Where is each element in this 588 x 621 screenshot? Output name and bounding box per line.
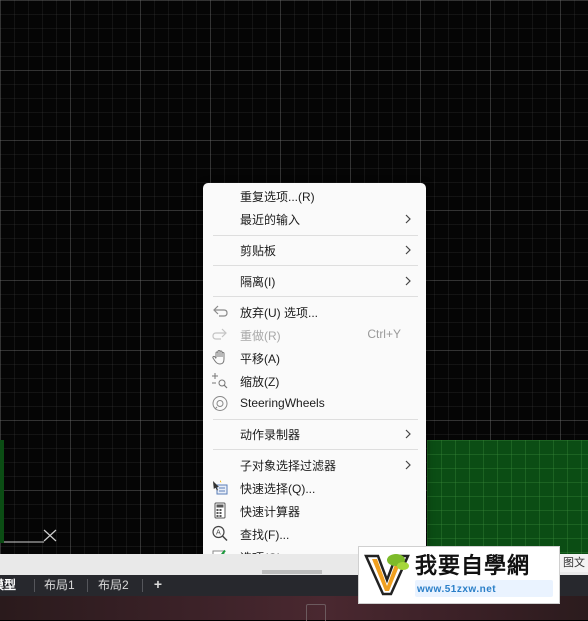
menu-separator xyxy=(213,449,418,450)
menu-item-undo-options[interactable]: 放弃(U) 选项... xyxy=(203,300,426,323)
menu-item-label: 重复选项...(R) xyxy=(240,190,315,204)
menu-item-isolate[interactable]: 隔离(I) xyxy=(203,269,426,292)
steering-wheel-icon xyxy=(212,396,228,411)
menu-separator xyxy=(213,265,418,266)
menu-item-recent-input[interactable]: 最近的输入 xyxy=(203,207,426,230)
taskbar-button[interactable] xyxy=(306,604,326,621)
menu-item-quick-select[interactable]: 快速选择(Q)... xyxy=(203,476,426,499)
menu-item-label: 放弃(U) 选项... xyxy=(240,306,318,320)
menu-item-pan[interactable]: 平移(A) xyxy=(203,346,426,369)
tab-divider xyxy=(142,579,143,592)
add-layout-button[interactable]: + xyxy=(148,575,168,595)
chevron-right-icon xyxy=(405,429,411,439)
chevron-right-icon xyxy=(405,460,411,470)
menu-item-steeringwheels[interactable]: SteeringWheels xyxy=(203,392,426,415)
menu-item-label: 快速选择(Q)... xyxy=(240,482,316,496)
logo-v-leaf-icon xyxy=(363,550,411,598)
menu-item-label: 动作录制器 xyxy=(240,428,301,442)
menu-item-label: 剪贴板 xyxy=(240,244,277,258)
menu-separator xyxy=(213,235,418,236)
menu-item-shortcut: Ctrl+Y xyxy=(367,327,401,341)
menu-item-label: 查找(F)... xyxy=(240,528,290,542)
menu-item-label: SteeringWheels xyxy=(240,396,325,410)
watermark-title: 我要自學網 xyxy=(415,554,531,579)
chevron-right-icon xyxy=(405,245,411,255)
menu-item-subobject-filter[interactable]: 子对象选择过滤器 xyxy=(203,453,426,476)
tab-layout2[interactable]: 布局2 xyxy=(98,575,129,596)
menu-item-label: 重做(R) xyxy=(240,329,281,343)
menu-item-action-recorder[interactable]: 动作录制器 xyxy=(203,422,426,445)
tab-model[interactable]: 模型 xyxy=(0,575,16,596)
menu-item-label: 快速计算器 xyxy=(240,505,301,519)
redo-arrow-icon xyxy=(212,328,227,340)
menu-item-find[interactable]: A 查找(F)... xyxy=(203,522,426,545)
menu-separator xyxy=(213,419,418,420)
quick-select-icon xyxy=(213,480,228,495)
side-panel-label: 图文 xyxy=(560,554,588,572)
menu-item-label: 缩放(Z) xyxy=(240,375,280,389)
menu-item-zoom[interactable]: 缩放(Z) xyxy=(203,369,426,392)
tab-divider xyxy=(34,579,35,592)
menu-item-quick-calculator[interactable]: 快速计算器 xyxy=(203,499,426,522)
chevron-right-icon xyxy=(405,214,411,224)
menu-item-redo[interactable]: 重做(R) Ctrl+Y xyxy=(203,323,426,346)
menu-separator xyxy=(213,296,418,297)
tab-divider xyxy=(87,579,88,592)
undo-arrow-icon xyxy=(213,305,228,317)
menu-item-clipboard[interactable]: 剪贴板 xyxy=(203,238,426,261)
menu-item-label: 子对象选择过滤器 xyxy=(240,459,337,473)
ucs-icon xyxy=(4,529,57,543)
watermark-url: www.51zxw.net xyxy=(417,584,497,595)
chevron-right-icon xyxy=(405,276,411,286)
menu-item-label: 最近的输入 xyxy=(240,213,301,227)
zoom-icon xyxy=(212,373,228,389)
calculator-icon xyxy=(214,502,226,519)
menu-item-repeat-options[interactable]: 重复选项...(R) xyxy=(203,184,426,207)
context-menu: 重复选项...(R) 最近的输入 剪贴板 隔离(I) 放弃(U) 选项... 重… xyxy=(203,183,426,572)
tab-layout1[interactable]: 布局1 xyxy=(44,575,75,596)
horizontal-scrollbar-thumb[interactable] xyxy=(262,570,322,574)
watermark-logo: 我要自學網 www.51zxw.net xyxy=(358,546,560,604)
green-hatch-region-right xyxy=(427,440,588,554)
menu-item-label: 隔离(I) xyxy=(240,275,276,289)
svg-text:A: A xyxy=(216,529,221,537)
menu-item-label: 平移(A) xyxy=(240,352,280,366)
hand-icon xyxy=(212,349,225,365)
find-magnifier-icon: A xyxy=(212,525,228,542)
